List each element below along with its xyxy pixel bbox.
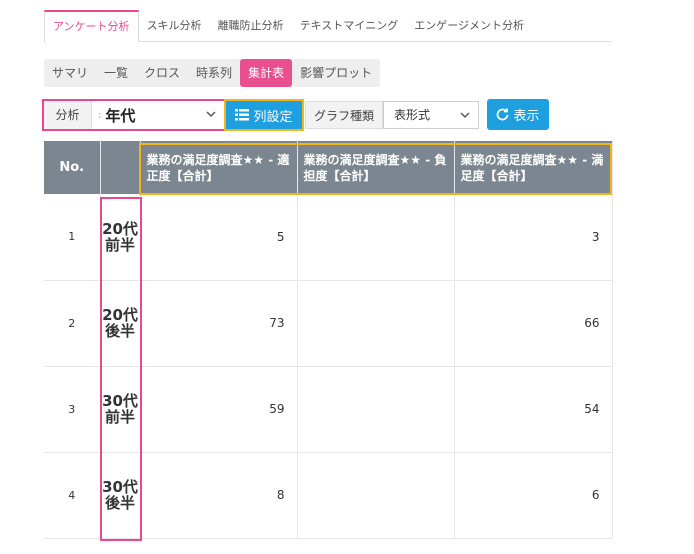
tab-turnover-prevention[interactable]: 離職防止分析 (210, 10, 292, 42)
row-label: 30代前半 (102, 392, 138, 426)
row-number: 3 (44, 366, 101, 453)
row-label: 30代後半 (102, 478, 138, 512)
row-label-cell: 20代前半 (100, 194, 141, 281)
row-label-cell: 30代後半 (100, 452, 141, 539)
table-row: 2 20代後半 73 66 (44, 280, 613, 367)
subtab-summary[interactable]: サマリ (44, 59, 96, 87)
row-number: 4 (44, 452, 101, 539)
column-setting-label: 列設定 (253, 109, 293, 125)
analysis-select[interactable]: : 年代 (92, 101, 224, 129)
show-button[interactable]: 表示 (487, 99, 549, 130)
top-tab-bar: アンケート分析 スキル分析 離職防止分析 テキストマイニング エンゲージメント分… (44, 10, 612, 43)
tab-engagement-analysis[interactable]: エンゲージメント分析 (406, 10, 532, 42)
chevron-down-icon (460, 112, 470, 119)
column-setting-button[interactable]: 列設定 (224, 99, 304, 131)
header-col-2: 業務の満足度調査★★ - 負担度【合計】 (297, 141, 455, 194)
graph-type-label: グラフ種類 (305, 101, 383, 129)
subtab-aggregate-table[interactable]: 集計表 (240, 59, 293, 87)
row-label-cell: 30代前半 (100, 366, 141, 453)
header-col-1: 業務の満足度調査★★ - 適正度【合計】 (140, 141, 298, 194)
cell-value (297, 280, 455, 367)
cell-value: 6 (454, 452, 613, 539)
list-icon (235, 109, 250, 121)
cell-value: 59 (140, 366, 298, 453)
sub-tab-bar: サマリ 一覧 クロス 時系列 集計表 影響プロット (44, 59, 381, 87)
table-header-row: No. 業務の満足度調査★★ - 適正度【合計】 業務の満足度調査★★ - 負担… (44, 141, 613, 194)
refresh-icon (497, 108, 509, 121)
tab-skill-analysis[interactable]: スキル分析 (139, 10, 210, 42)
header-col-3: 業務の満足度調査★★ - 満足度【合計】 (454, 141, 613, 194)
aggregate-table: No. 業務の満足度調査★★ - 適正度【合計】 業務の満足度調査★★ - 負担… (44, 141, 613, 539)
subtab-impact-plot[interactable]: 影響プロット (292, 59, 380, 87)
row-number: 1 (44, 194, 101, 281)
table-row: 1 20代前半 5 3 (44, 194, 613, 281)
header-label-col (100, 141, 141, 194)
cell-value: 54 (454, 366, 613, 453)
cell-value (297, 194, 455, 281)
cell-value: 73 (140, 280, 298, 367)
subtab-list[interactable]: 一覧 (96, 59, 136, 87)
table-row: 3 30代前半 59 54 (44, 366, 613, 453)
cell-value: 66 (454, 280, 613, 367)
row-number: 2 (44, 280, 101, 367)
cell-value: 3 (454, 194, 613, 281)
tab-survey-analysis[interactable]: アンケート分析 (44, 10, 139, 43)
cell-value (297, 452, 455, 539)
subtab-cross[interactable]: クロス (136, 59, 188, 87)
select-prefix: : (98, 109, 102, 121)
analysis-select-value: 年代 (105, 106, 136, 125)
tab-text-mining[interactable]: テキストマイニング (292, 10, 407, 42)
table-row: 4 30代後半 8 6 (44, 452, 613, 539)
row-label: 20代後半 (102, 306, 138, 340)
analysis-label: 分析 (44, 101, 92, 129)
row-label: 20代前半 (102, 219, 138, 254)
row-label-cell: 20代後半 (100, 280, 141, 367)
graph-type-select[interactable]: 表形式 (383, 101, 479, 129)
cell-value: 5 (140, 194, 298, 281)
chevron-down-icon (206, 111, 216, 118)
cell-value (297, 366, 455, 453)
header-no: No. (44, 141, 101, 194)
cell-value: 8 (140, 452, 298, 539)
analysis-select-group: 分析 : 年代 (42, 99, 226, 131)
subtab-timeseries[interactable]: 時系列 (188, 59, 240, 87)
show-label: 表示 (513, 109, 540, 124)
graph-type-value: 表形式 (394, 108, 431, 122)
